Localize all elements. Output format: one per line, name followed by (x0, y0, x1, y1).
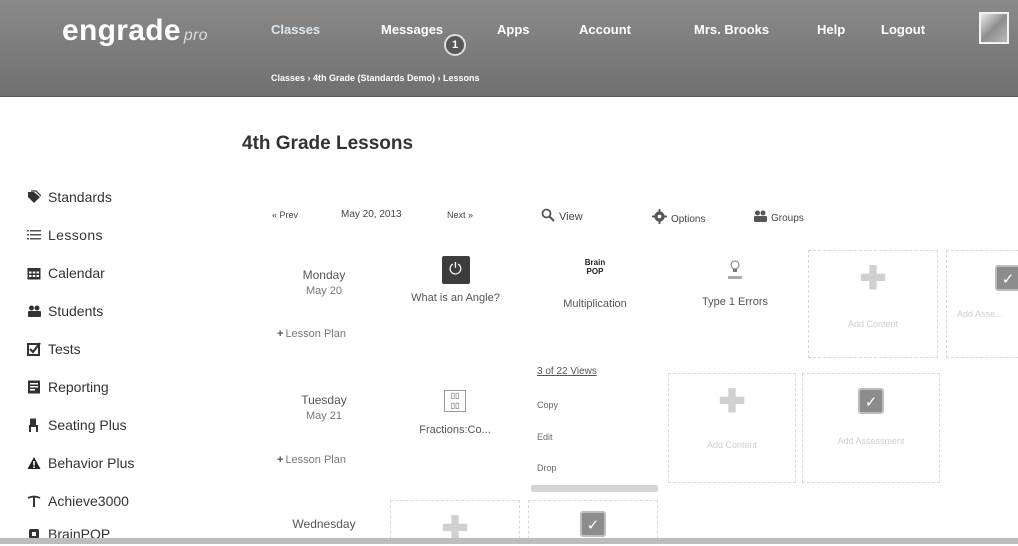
tag-icon (27, 190, 41, 204)
plus-icon: ✚ (718, 383, 746, 419)
sidebar-item-standards[interactable]: Standards (27, 187, 112, 207)
day-tuesday: Tuesday May 21 (264, 393, 384, 422)
sidebar-item-label: Tests (48, 341, 81, 357)
sidebar-item-label: Lessons (48, 227, 103, 243)
prev-week-link[interactable]: « Prev (272, 210, 298, 220)
brand-suffix: pro (183, 27, 208, 44)
nav-logout[interactable]: Logout (881, 22, 925, 37)
day-monday: Monday May 20 (264, 268, 384, 297)
next-week-link[interactable]: Next » (447, 210, 473, 220)
menu-drop[interactable]: Drop (537, 463, 557, 473)
sidebar-item-calendar[interactable]: Calendar (27, 263, 105, 283)
lesson-views-link[interactable]: 3 of 22 Views (537, 366, 597, 377)
sidebar-item-label: Standards (48, 189, 112, 205)
options-label: Options (671, 214, 706, 225)
groups-label: Groups (771, 213, 804, 224)
options-button[interactable]: Options (652, 209, 705, 227)
menu-scrollbar[interactable] (531, 485, 658, 492)
user-avatar[interactable] (979, 12, 1009, 44)
sidebar-item-label: Calendar (48, 265, 105, 281)
lesson-multiplication[interactable]: Brain POP Multiplication (548, 258, 642, 310)
tuesday-lesson-plan-link[interactable]: + Lesson Plan (277, 454, 346, 466)
nav-apps[interactable]: Apps (497, 22, 530, 37)
sidebar-item-behavior-plus[interactable]: Behavior Plus (27, 453, 134, 473)
messages-count-badge[interactable]: 1 (444, 34, 466, 56)
lesson-title: Fractions:Co... (419, 424, 491, 436)
achieve-icon (27, 494, 41, 508)
list-icon (27, 228, 41, 242)
sidebar-item-lessons[interactable]: Lessons (27, 225, 103, 245)
nav-classes[interactable]: Classes (271, 22, 320, 37)
add-assessment-tile-monday[interactable]: ✓ Add Asse... (946, 250, 1018, 358)
sidebar-item-tests[interactable]: Tests (27, 339, 81, 359)
power-icon: ⏻ (441, 256, 470, 284)
sidebar-item-achieve3000[interactable]: Achieve3000 (27, 491, 129, 511)
tile-label: Add Content (847, 319, 899, 329)
breadcrumb[interactable]: Classes › 4th Grade (Standards Demo) › L… (271, 73, 480, 83)
sidebar-item-label: Reporting (48, 379, 109, 395)
nav-messages[interactable]: Messages (381, 22, 443, 37)
day-name: Wednesday (292, 517, 356, 531)
checkbox-icon (27, 342, 41, 356)
calendar-icon (27, 266, 41, 280)
nav-help[interactable]: Help (817, 22, 845, 37)
current-date[interactable]: May 20, 2013 (341, 209, 402, 220)
chair-icon (27, 418, 41, 432)
menu-edit[interactable]: Edit (537, 432, 553, 442)
groups-button[interactable]: Groups (753, 209, 804, 226)
add-assessment-tile-tuesday[interactable]: ✓ Add Assessment (802, 373, 940, 483)
fraction-cards-icon: ▯▯ ▯▯ (444, 390, 466, 412)
checkmark-icon: ✓ (580, 511, 606, 537)
gear-icon (652, 209, 667, 227)
brand-name: engrade (62, 14, 181, 47)
lesson-what-is-an-angle[interactable]: ⏻ What is an Angle? (399, 256, 512, 304)
sidebar-item-label: Seating Plus (48, 417, 127, 433)
tile-label: Add Assessment (837, 436, 905, 446)
engrade-logo[interactable]: engrade pro (62, 14, 208, 48)
plus-icon: + (277, 454, 284, 466)
lesson-type-1-errors[interactable]: Type 1 Errors (688, 258, 782, 308)
nav-account[interactable]: Account (579, 22, 631, 37)
lightbulb-icon (726, 258, 744, 282)
top-navbar: engrade pro Classes Messages Apps Account… (0, 0, 1018, 97)
page-title: 4th Grade Lessons (242, 133, 414, 154)
plus-icon: ✚ (859, 260, 887, 296)
users-icon (27, 304, 41, 318)
bottom-edge (0, 538, 1018, 544)
sidebar-item-label: Students (48, 303, 104, 319)
monday-lesson-plan-link[interactable]: + Lesson Plan (277, 328, 346, 340)
day-date: May 20 (305, 285, 343, 297)
lesson-title: Type 1 Errors (701, 296, 769, 308)
users-icon (753, 209, 767, 226)
tile-label: Add Content (706, 440, 758, 450)
sidebar-item-label: Achieve3000 (48, 493, 129, 509)
day-name: Monday (302, 268, 346, 282)
lesson-fractions[interactable]: ▯▯ ▯▯ Fractions:Co... (405, 390, 505, 436)
lesson-plan-label: Lesson Plan (285, 454, 346, 466)
checkmark-icon: ✓ (858, 388, 884, 414)
report-icon (27, 380, 41, 394)
add-content-tile-tuesday[interactable]: ✚ Add Content (668, 373, 796, 483)
lesson-title: Multiplication (563, 298, 627, 310)
day-wednesday: Wednesday (264, 517, 384, 531)
sidebar-item-label: Behavior Plus (48, 455, 135, 471)
day-date: May 21 (305, 410, 343, 422)
brainpop-icon: Brain POP (584, 258, 606, 276)
lesson-plan-label: Lesson Plan (285, 328, 346, 340)
search-icon (541, 208, 555, 225)
lesson-title: What is an Angle? (411, 292, 500, 304)
menu-copy[interactable]: Copy (537, 400, 558, 410)
warning-icon (27, 456, 41, 470)
view-button[interactable]: View (541, 208, 583, 225)
plus-icon: + (277, 328, 284, 340)
add-content-tile-monday[interactable]: ✚ Add Content (808, 250, 938, 358)
checkmark-icon: ✓ (995, 265, 1018, 291)
sidebar-item-reporting[interactable]: Reporting (27, 377, 109, 397)
tile-label: Add Asse... (957, 309, 1003, 319)
sidebar-item-students[interactable]: Students (27, 301, 103, 321)
nav-user[interactable]: Mrs. Brooks (694, 22, 769, 37)
view-label: View (559, 211, 583, 223)
day-name: Tuesday (301, 393, 347, 407)
sidebar-item-seating-plus[interactable]: Seating Plus (27, 415, 127, 435)
